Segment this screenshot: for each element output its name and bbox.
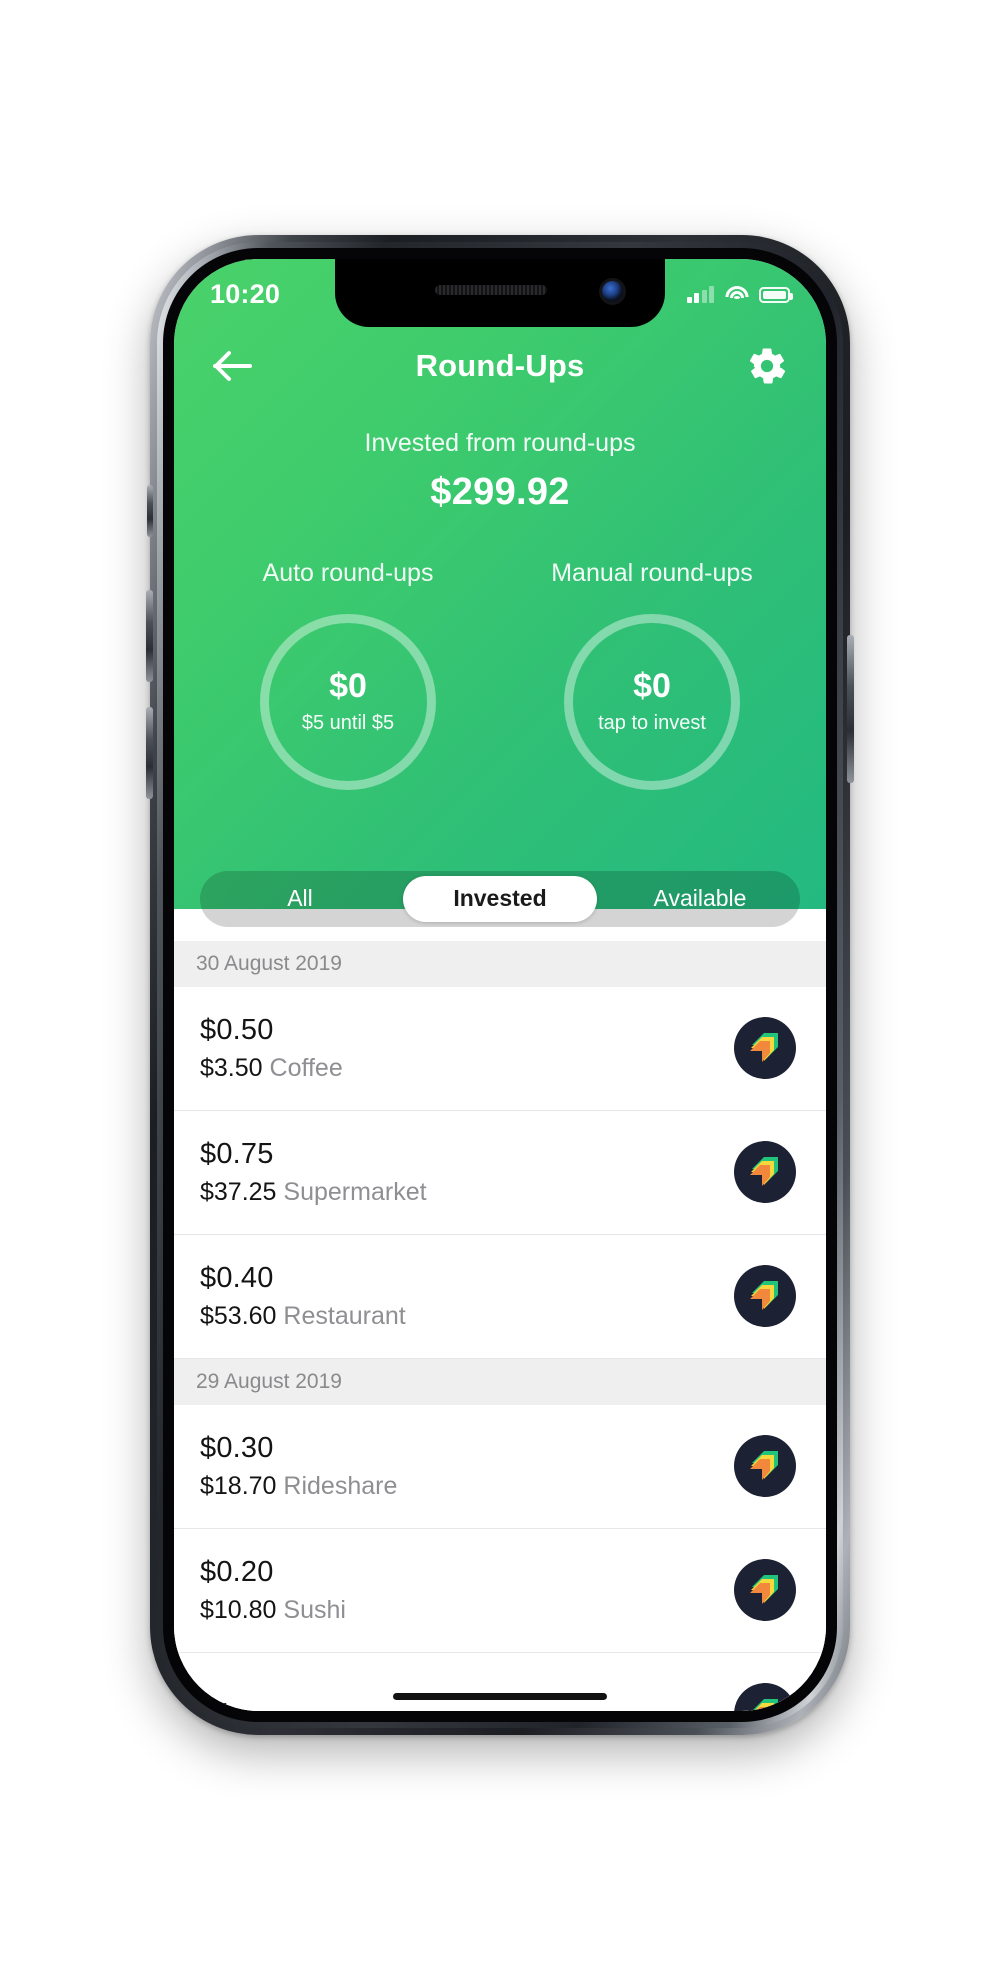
status-bar-clock: 10:20 — [210, 279, 281, 309]
volume-down-button[interactable] — [146, 706, 153, 799]
table-row[interactable]: $0.50 $3.50 Coffee — [174, 986, 826, 1111]
round-up-dials: Auto round-ups $0 $5 until $5 Manual rou… — [174, 559, 826, 790]
phone-device: 10:20 Round-Ups Invested from round-ups … — [146, 234, 854, 1735]
raiz-arrow-icon — [734, 1141, 796, 1203]
transaction-detail: $37.25 Supermarket — [200, 1178, 427, 1207]
tab-available[interactable]: Available — [603, 876, 797, 922]
raiz-arrow-icon — [734, 1265, 796, 1327]
auto-round-ups-amount: $0 — [329, 667, 367, 706]
transaction-detail: $3.50 Coffee — [200, 1054, 343, 1083]
power-button[interactable] — [847, 634, 854, 783]
navigation-bar: Round-Ups — [174, 327, 826, 405]
transaction-amount: $10.80 — [200, 1595, 277, 1624]
manual-round-ups-ring[interactable]: $0 tap to invest — [564, 613, 740, 790]
cellular-signal-icon — [686, 286, 714, 303]
transaction-text: $1 — [200, 1698, 233, 1711]
raiz-arrow-icon — [734, 1017, 796, 1079]
filter-segmented-control: All Invested Available — [200, 870, 800, 927]
round-up-amount: $0.30 — [200, 1431, 274, 1464]
transaction-list[interactable]: 30 August 2019 $0.50 $3.50 Coffee $0.75 … — [174, 940, 826, 1711]
transaction-merchant: Restaurant — [283, 1301, 406, 1330]
phone-screen: 10:20 Round-Ups Invested from round-ups … — [174, 258, 826, 1711]
table-row[interactable]: $0.75 $37.25 Supermarket — [174, 1110, 826, 1235]
table-row[interactable]: $0.30 $18.70 Rideshare — [174, 1404, 826, 1529]
tab-all[interactable]: All — [203, 876, 397, 922]
date-header: 29 August 2019 — [174, 1358, 826, 1405]
manual-round-ups-amount: $0 — [633, 667, 671, 706]
auto-round-ups-title: Auto round-ups — [262, 558, 434, 587]
gear-icon — [749, 347, 786, 383]
table-row[interactable]: $0.40 $53.60 Restaurant — [174, 1234, 826, 1359]
back-arrow-icon — [213, 350, 252, 381]
battery-icon — [759, 286, 793, 303]
transaction-text: $0.40 $53.60 Restaurant — [200, 1262, 406, 1331]
page-title: Round-Ups — [415, 347, 585, 383]
volume-up-button[interactable] — [146, 589, 153, 682]
raiz-arrow-glyph — [750, 1281, 778, 1310]
tab-invested[interactable]: Invested — [403, 875, 597, 922]
silent-switch[interactable] — [147, 484, 153, 537]
invested-amount: $299.92 — [430, 470, 570, 513]
transaction-detail: $18.70 Rideshare — [200, 1472, 397, 1501]
transaction-detail: $53.60 Restaurant — [200, 1302, 406, 1331]
transaction-merchant: Rideshare — [283, 1471, 398, 1500]
status-bar-icons — [686, 286, 793, 303]
transaction-merchant: Sushi — [283, 1595, 346, 1624]
transaction-amount: $53.60 — [200, 1301, 277, 1330]
raiz-arrow-glyph — [752, 1699, 778, 1711]
auto-round-ups-sub: $5 until $5 — [301, 711, 395, 734]
date-header: 30 August 2019 — [174, 940, 826, 987]
raiz-arrow-glyph — [750, 1033, 778, 1062]
round-up-amount: $0.20 — [200, 1555, 274, 1588]
transaction-merchant: Supermarket — [283, 1177, 427, 1206]
manual-round-ups-title: Manual round-ups — [551, 558, 753, 587]
raiz-arrow-icon — [734, 1435, 796, 1497]
transaction-amount: $37.25 — [200, 1177, 277, 1206]
raiz-arrow-glyph — [750, 1575, 778, 1604]
screenshot-stage: 10:20 Round-Ups Invested from round-ups … — [0, 0, 1000, 1969]
round-up-amount: $1 — [200, 1698, 233, 1711]
wifi-icon — [725, 286, 748, 303]
raiz-arrow-icon — [734, 1559, 796, 1621]
transaction-merchant: Coffee — [269, 1053, 343, 1082]
table-row[interactable]: $0.20 $10.80 Sushi — [174, 1528, 826, 1653]
invested-label: Invested from round-ups — [364, 428, 636, 457]
status-bar: 10:20 — [174, 277, 826, 313]
back-button[interactable] — [204, 337, 262, 395]
transaction-amount: $18.70 — [200, 1471, 277, 1500]
phone-bezel: 10:20 Round-Ups Invested from round-ups … — [163, 247, 837, 1722]
transaction-text: $0.30 $18.70 Rideshare — [200, 1432, 397, 1501]
transaction-text: $0.75 $37.25 Supermarket — [200, 1138, 427, 1207]
auto-round-ups-dial: Auto round-ups $0 $5 until $5 — [208, 559, 488, 790]
round-up-amount: $0.40 — [200, 1261, 274, 1294]
settings-button[interactable] — [738, 337, 796, 395]
manual-round-ups-sub: tap to invest — [598, 711, 706, 734]
transaction-text: $0.50 $3.50 Coffee — [200, 1014, 343, 1083]
raiz-arrow-icon — [734, 1683, 796, 1711]
round-up-amount: $0.50 — [200, 1013, 274, 1046]
home-indicator[interactable] — [393, 1692, 607, 1700]
auto-round-ups-ring[interactable]: $0 $5 until $5 — [260, 613, 436, 790]
manual-round-ups-dial: Manual round-ups $0 tap to invest — [512, 559, 792, 790]
raiz-arrow-glyph — [750, 1451, 778, 1480]
transaction-detail: $10.80 Sushi — [200, 1596, 346, 1625]
transaction-text: $0.20 $10.80 Sushi — [200, 1556, 346, 1625]
round-up-amount: $0.75 — [200, 1137, 274, 1170]
table-row[interactable]: $1 — [174, 1652, 826, 1711]
raiz-arrow-glyph — [750, 1157, 778, 1186]
transaction-amount: $3.50 — [200, 1053, 263, 1082]
